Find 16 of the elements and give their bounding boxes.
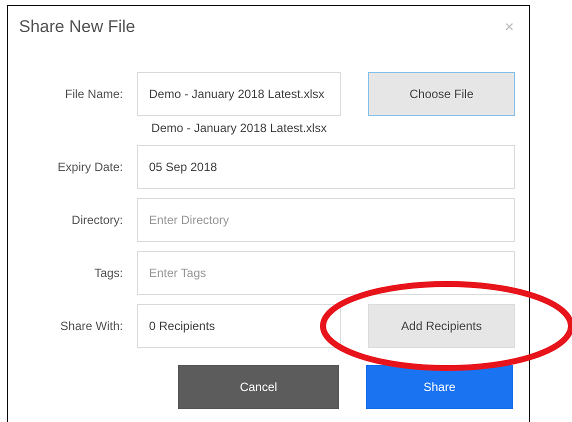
- add-recipients-button[interactable]: Add Recipients: [368, 304, 515, 348]
- text-field[interactable]: 05 Sep 2018: [137, 145, 515, 189]
- field-label: Directory:: [70, 213, 123, 227]
- text-field[interactable]: Enter Tags: [137, 251, 515, 295]
- field-label: File Name:: [64, 87, 123, 101]
- file-name-caption: Demo - January 2018 Latest.xlsx: [150, 121, 328, 135]
- share-button[interactable]: Share: [366, 365, 513, 409]
- recipients-field[interactable]: 0 Recipients: [137, 304, 341, 348]
- choose-file-button[interactable]: Choose File: [368, 72, 515, 116]
- dialog-title: Share New File: [19, 17, 136, 37]
- text-field[interactable]: Enter Directory: [137, 198, 515, 242]
- field-label: Expiry Date:: [56, 160, 123, 174]
- cancel-button[interactable]: Cancel: [178, 365, 339, 409]
- file-name-field[interactable]: Demo - January 2018 Latest.xlsx: [137, 72, 341, 116]
- field-label: Share With:: [59, 319, 123, 333]
- field-label: Tags:: [93, 266, 123, 280]
